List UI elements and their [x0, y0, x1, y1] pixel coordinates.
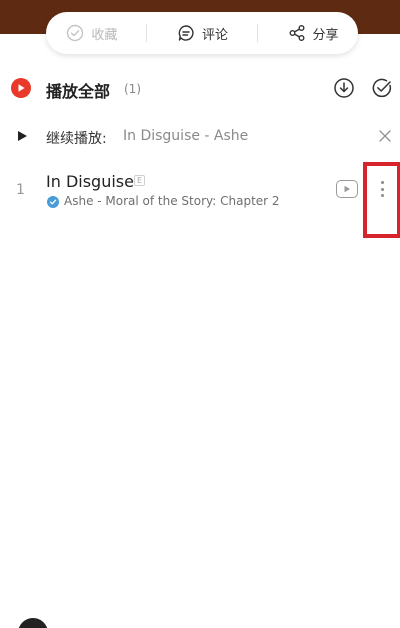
- continue-play-track: In Disguise - Ashe: [123, 128, 249, 144]
- song-index: 1: [16, 182, 25, 198]
- mv-play-icon[interactable]: [336, 180, 358, 198]
- close-icon[interactable]: [376, 127, 394, 145]
- share-button[interactable]: 分享: [277, 23, 349, 43]
- verified-icon: [47, 196, 59, 208]
- action-divider: [256, 24, 258, 42]
- collect-label: 收藏: [91, 27, 118, 43]
- track-count: (1): [124, 82, 141, 96]
- song-title: In Disguise: [46, 172, 134, 191]
- continue-play-label: 继续播放:: [46, 131, 107, 147]
- comment-icon: [176, 23, 196, 43]
- comment-button[interactable]: 评论: [166, 23, 238, 43]
- collect-check-icon: [65, 23, 85, 43]
- playlist-header: 播放全部 (1): [0, 70, 400, 106]
- continue-play-icon: [18, 131, 27, 141]
- multi-select-icon[interactable]: [370, 76, 394, 100]
- song-artist-album: Ashe - Moral of the Story: Chapter 2: [64, 194, 280, 208]
- song-row[interactable]: 1 In Disguise E Ashe - Moral of the Stor…: [0, 166, 400, 218]
- play-all-icon[interactable]: [11, 78, 31, 98]
- mini-player-cover[interactable]: [18, 618, 48, 628]
- explicit-badge: E: [134, 175, 145, 186]
- comment-label: 评论: [201, 27, 228, 43]
- action-bar: 收藏 评论 分享: [46, 12, 358, 54]
- download-icon[interactable]: [332, 76, 356, 100]
- more-options-icon[interactable]: [372, 178, 392, 200]
- share-icon: [287, 23, 307, 43]
- continue-play-bar[interactable]: 继续播放: In Disguise - Ashe: [0, 122, 400, 150]
- play-all-button[interactable]: 播放全部: [46, 78, 110, 102]
- share-label: 分享: [312, 27, 339, 43]
- action-divider: [146, 24, 148, 42]
- collect-button[interactable]: 收藏: [55, 23, 127, 43]
